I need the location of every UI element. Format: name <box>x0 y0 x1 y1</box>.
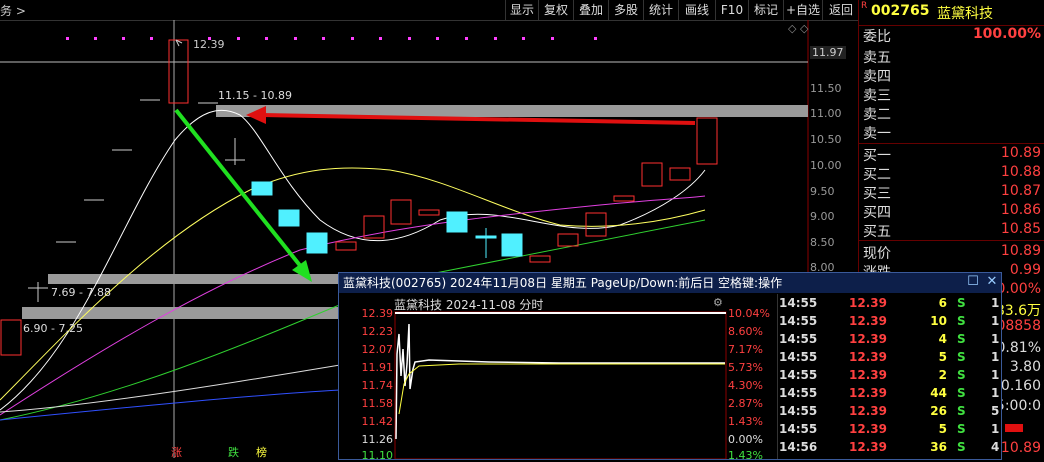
buy-row: 买四 10.86 <box>863 202 1041 221</box>
intraday-popup[interactable]: 蓝黛科技(002765) 2024年11月08日 星期五 PageUp/Down… <box>338 272 1002 462</box>
high-marker <box>175 39 183 47</box>
price-axis-label: 10.50 <box>810 133 842 146</box>
high-price-label: 12.39 <box>193 38 225 51</box>
sell-row: 卖二 <box>863 107 891 123</box>
close-icon[interactable]: ✕ <box>985 275 999 289</box>
small-diamond-icon: ◇ <box>788 22 797 35</box>
intraday-left-axis: 11.58 <box>361 397 394 410</box>
volume-bar <box>1005 424 1023 432</box>
intraday-left-axis: 12.39 <box>361 307 394 320</box>
intraday-left-axis: 11.26 <box>361 433 394 446</box>
zone3-label: 6.90 - 7.25 <box>23 322 83 335</box>
intraday-right-axis: 2.87% <box>728 397 763 410</box>
list-item: 14:55 12.39 2 S 1 <box>779 368 1000 382</box>
intraday-svg <box>394 311 727 459</box>
price-axis-label: 11.00 <box>810 107 842 120</box>
buy-row: 买一 10.89 <box>863 145 1041 164</box>
popup-titlebar[interactable]: 蓝黛科技(002765) 2024年11月08日 星期五 PageUp/Down… <box>339 273 1001 293</box>
intraday-right-axis: 0.00% <box>728 433 763 446</box>
intraday-right-axis: 1.43% <box>728 449 763 462</box>
down-candles <box>251 181 523 258</box>
buy-row: 买五 10.85 <box>863 221 1041 240</box>
weibi-label: 委比 <box>863 29 891 45</box>
tick-list[interactable]: 14:55 12.39 6 S 1 14:55 12.39 10 S 1 14:55 12.39 4… <box>779 294 1001 459</box>
sell-row: 卖五 <box>863 50 891 66</box>
green-arrow-line <box>174 108 304 270</box>
toolbar-button-multi[interactable]: 多股 <box>608 0 643 20</box>
intraday-chart[interactable]: 蓝黛科技 2024-11-08 分时 ⚙ 12.39 12.23 12.07 1… <box>339 294 778 462</box>
popup-title: 蓝黛科技(002765) 2024年11月08日 星期五 PageUp/Down… <box>343 276 783 290</box>
quote-header: R 002765 蓝黛科技 <box>859 0 1044 22</box>
toolbar-left-text: 务 > <box>0 4 26 18</box>
toolbar-button-mark[interactable]: 标记 <box>748 0 783 20</box>
intraday-right-axis: 10.04% <box>728 307 770 320</box>
ma120-line <box>0 389 341 421</box>
toolbar-button-stats[interactable]: 统计 <box>643 0 678 20</box>
toolbar-button-draw[interactable]: 画线 <box>678 0 715 20</box>
intraday-right-axis: 4.30% <box>728 379 763 392</box>
support-zone-3 <box>22 307 340 319</box>
stock-name: 蓝黛科技 <box>937 6 993 22</box>
toolbar-button-add-favorite[interactable]: +自选 <box>783 0 822 20</box>
toolbar-button-back[interactable]: 返回 <box>822 0 859 20</box>
list-item: 14:55 12.39 6 S 1 <box>779 296 1000 310</box>
list-item: 14:55 12.39 44 S 1 <box>779 386 1000 400</box>
intraday-left-axis: 11.42 <box>361 415 394 428</box>
list-item: 14:55 12.39 4 S 1 <box>779 332 1000 346</box>
toolbar-button-f10[interactable]: F10 <box>715 0 748 20</box>
list-item: 14:55 12.39 26 S 5 <box>779 404 1000 418</box>
intraday-left-axis: 11.74 <box>361 379 394 392</box>
stock-code: 002765 <box>871 3 930 19</box>
toolbar-button-adjust[interactable]: 复权 <box>538 0 573 20</box>
price-axis-label: 9.00 <box>810 210 835 223</box>
list-item: 14:56 12.39 36 S 4 <box>779 440 1000 454</box>
buy-row: 买三 10.87 <box>863 183 1041 202</box>
intraday-left-axis: 11.91 <box>361 361 394 374</box>
zone1-label: 11.15 - 10.89 <box>218 89 292 102</box>
doji-candles <box>28 99 245 302</box>
badge: R <box>861 1 868 11</box>
list-item: 14:55 12.39 10 S 1 <box>779 314 1000 328</box>
sell-row: 卖一 <box>863 126 891 142</box>
top-toolbar: 务 > 显示 复权 叠加 多股 统计 画线 F10 标记 +自选 返回 <box>0 0 858 21</box>
price-axis-label: 10.00 <box>810 159 842 172</box>
diamond-icon: ◇ <box>800 22 809 35</box>
signal-dots <box>66 37 597 40</box>
toolbar-button-overlay[interactable]: 叠加 <box>573 0 608 20</box>
buy-row: 买二 10.88 <box>863 164 1041 183</box>
maximize-icon[interactable]: ☐ <box>966 275 980 289</box>
weibi-value: 100.00% <box>972 26 1041 42</box>
list-item: 14:55 12.39 5 S 1 <box>779 350 1000 364</box>
intraday-right-axis: 1.43% <box>728 415 763 428</box>
intraday-left-axis: 12.23 <box>361 325 394 338</box>
price-axis-current: 11.97 <box>810 46 846 59</box>
intraday-left-axis: 12.07 <box>361 343 394 356</box>
price-row: 现价 10.89 <box>863 243 1041 262</box>
price-axis-label: 11.50 <box>810 82 842 95</box>
intraday-left-axis: 11.10 <box>361 449 394 462</box>
list-item: 14:55 12.39 5 S 1 <box>779 422 1000 436</box>
intraday-right-axis: 5.73% <box>728 361 763 374</box>
weibi-row: 委比 100.00% <box>859 25 1044 45</box>
zone2-label: 7.69 - 7.88 <box>51 286 111 299</box>
price-axis-label: 8.50 <box>810 236 835 249</box>
toolbar-button-display[interactable]: 显示 <box>505 0 538 20</box>
support-zone-2 <box>48 274 340 284</box>
price-axis-label: 9.50 <box>810 185 835 198</box>
intraday-right-axis: 7.17% <box>728 343 763 356</box>
sell-row: 卖四 <box>863 69 891 85</box>
sell-row: 卖三 <box>863 88 891 104</box>
intraday-right-axis: 8.60% <box>728 325 763 338</box>
